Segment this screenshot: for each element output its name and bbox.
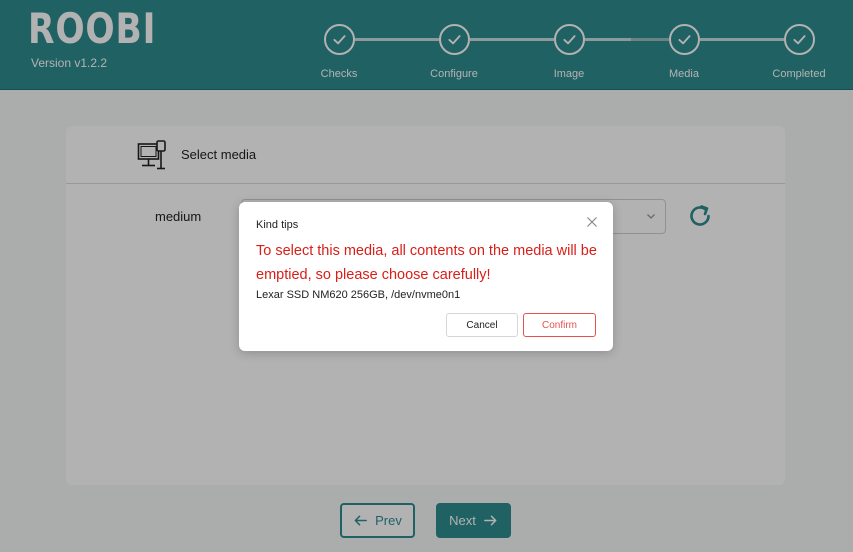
kind-tips-dialog: Kind tips To select this media, all cont… [239,202,613,351]
confirm-button[interactable]: Confirm [523,313,596,337]
cancel-button[interactable]: Cancel [446,313,518,337]
dialog-title: Kind tips [256,219,299,231]
dialog-warning: To select this media, all contents on th… [256,243,597,283]
dialog-device-info: Lexar SSD NM620 256GB, /dev/nvme0n1 [256,289,461,301]
cancel-button-label: Cancel [466,319,498,331]
confirm-button-label: Confirm [541,319,577,331]
close-icon[interactable] [586,216,598,228]
